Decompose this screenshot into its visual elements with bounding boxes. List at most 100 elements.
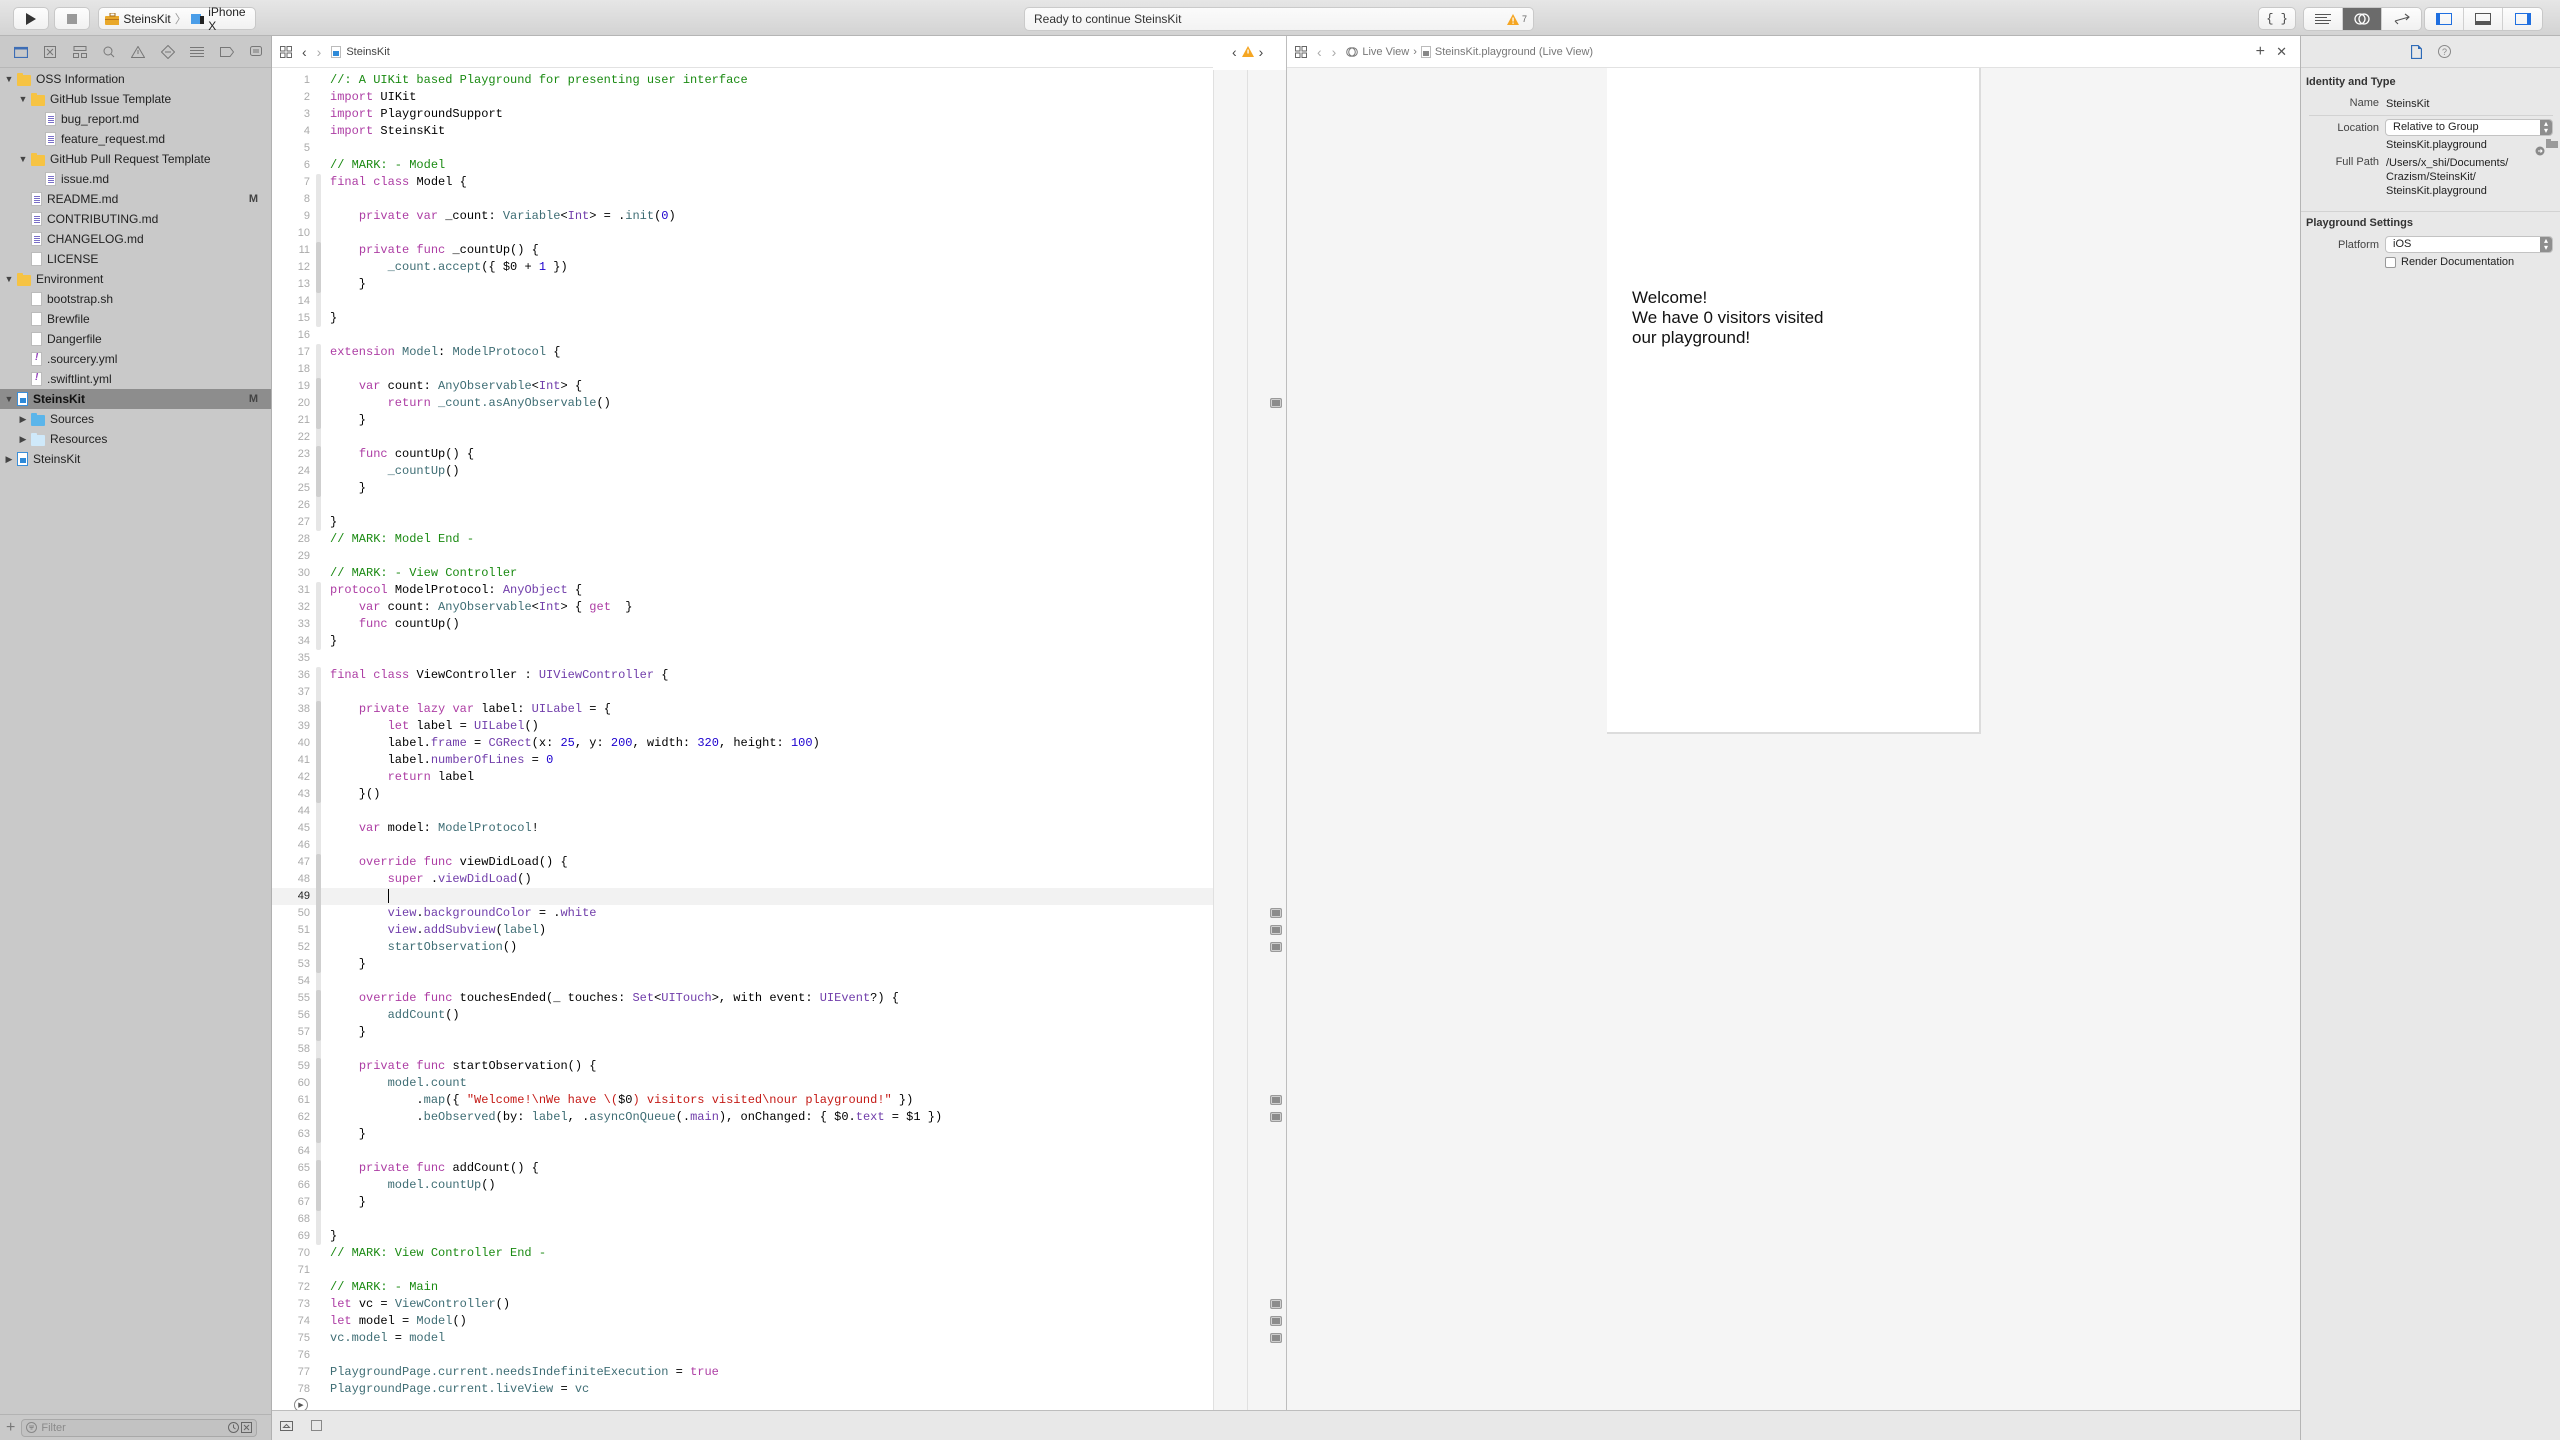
line-number[interactable]: 33: [272, 616, 310, 633]
code-line[interactable]: 59 private func startObservation() {: [272, 1058, 1213, 1075]
line-number[interactable]: 24: [272, 463, 310, 480]
line-number[interactable]: 43: [272, 786, 310, 803]
run-button[interactable]: [13, 7, 49, 30]
code-line[interactable]: 68: [272, 1211, 1213, 1228]
breakpoint-navigator-tab[interactable]: [212, 40, 241, 64]
disclosure-collapsed-icon[interactable]: ▶: [4, 454, 14, 465]
find-navigator-tab[interactable]: [94, 40, 123, 64]
code-area[interactable]: 1 //: A UIKit based Playground for presen…: [272, 70, 1213, 1412]
code-line[interactable]: 46: [272, 837, 1213, 854]
code-line[interactable]: 41 label.numberOfLines = 0: [272, 752, 1213, 769]
code-line[interactable]: 52 startObservation(): [272, 939, 1213, 956]
code-line[interactable]: 19 var count: AnyObservable<Int> {: [272, 378, 1213, 395]
line-number[interactable]: 47: [272, 854, 310, 871]
help-icon[interactable]: ?: [2437, 45, 2451, 58]
line-number[interactable]: 42: [272, 769, 310, 786]
line-number[interactable]: 27: [272, 514, 310, 531]
scheme-selector[interactable]: SteinsKit 〉 iPhone X: [98, 5, 256, 33]
line-number[interactable]: 73: [272, 1296, 310, 1313]
show-result-icon[interactable]: [1270, 942, 1282, 952]
tree-item[interactable]: README.md M: [0, 189, 271, 209]
code-line[interactable]: 38 private lazy var label: UILabel = {: [272, 701, 1213, 718]
code-line[interactable]: 1 //: A UIKit based Playground for presen…: [272, 72, 1213, 89]
line-number[interactable]: 13: [272, 276, 310, 293]
project-navigator-tab[interactable]: [6, 40, 35, 64]
code-line[interactable]: 63 }: [272, 1126, 1213, 1143]
code-line[interactable]: 21 }: [272, 412, 1213, 429]
tree-item[interactable]: LICENSE: [0, 249, 271, 269]
code-fold-ribbon[interactable]: [316, 582, 321, 650]
line-number[interactable]: 37: [272, 684, 310, 701]
tree-item[interactable]: issue.md: [0, 169, 271, 189]
render-documentation-checkbox[interactable]: Render Documentation: [2385, 256, 2514, 268]
stop-button[interactable]: [54, 7, 90, 30]
tree-item[interactable]: bootstrap.sh: [0, 289, 271, 309]
line-number[interactable]: 76: [272, 1347, 310, 1364]
code-line[interactable]: 61 .map({ "Welcome!\nWe have \($0) visit…: [272, 1092, 1213, 1109]
line-number[interactable]: 40: [272, 735, 310, 752]
line-number[interactable]: 60: [272, 1075, 310, 1092]
line-number[interactable]: 6: [272, 157, 310, 174]
test-navigator-tab[interactable]: [153, 40, 182, 64]
code-line[interactable]: 16: [272, 327, 1213, 344]
line-number[interactable]: 72: [272, 1279, 310, 1296]
code-line[interactable]: 40 label.frame = CGRect(x: 25, y: 200, w…: [272, 735, 1213, 752]
code-line[interactable]: 24 _countUp(): [272, 463, 1213, 480]
disclosure-expanded-icon[interactable]: ▼: [4, 74, 14, 84]
assistant-editor-button[interactable]: [2343, 8, 2382, 30]
line-number[interactable]: 22: [272, 429, 310, 446]
code-line[interactable]: 72 // MARK: - Main: [272, 1279, 1213, 1296]
code-line[interactable]: 28 // MARK: Model End -: [272, 531, 1213, 548]
code-line[interactable]: 10: [272, 225, 1213, 242]
recent-files-icon[interactable]: [228, 1422, 240, 1433]
line-number[interactable]: 50: [272, 905, 310, 922]
line-number[interactable]: 64: [272, 1143, 310, 1160]
line-number[interactable]: 51: [272, 922, 310, 939]
inspector-toggle-button[interactable]: [2503, 8, 2542, 30]
line-number[interactable]: 53: [272, 956, 310, 973]
code-line[interactable]: 42 return label: [272, 769, 1213, 786]
code-line[interactable]: 77 PlaygroundPage.current.needsIndefinite…: [272, 1364, 1213, 1381]
line-number[interactable]: 28: [272, 531, 310, 548]
breadcrumb[interactable]: Live View › SteinsKit.playground (Live V…: [1346, 45, 1593, 58]
code-line[interactable]: 31 protocol ModelProtocol: AnyObject {: [272, 582, 1213, 599]
warning-count-button[interactable]: 7: [1506, 13, 1527, 25]
code-line[interactable]: 62 .beObserved(by: label, .asyncOnQueue(…: [272, 1109, 1213, 1126]
line-number[interactable]: 70: [272, 1245, 310, 1262]
line-number[interactable]: 17: [272, 344, 310, 361]
code-fold-ribbon[interactable]: [316, 854, 321, 973]
line-number[interactable]: 41: [272, 752, 310, 769]
back-button[interactable]: ‹: [302, 44, 307, 60]
related-items-icon[interactable]: [280, 45, 292, 58]
code-line[interactable]: 71: [272, 1262, 1213, 1279]
tree-item[interactable]: feature_request.md: [0, 129, 271, 149]
code-line[interactable]: 57 }: [272, 1024, 1213, 1041]
tree-item[interactable]: ▶ Sources: [0, 409, 271, 429]
code-line[interactable]: 20 return _count.asAnyObservable(): [272, 395, 1213, 412]
code-line[interactable]: 39 let label = UILabel(): [272, 718, 1213, 735]
line-number[interactable]: 4: [272, 123, 310, 140]
line-number[interactable]: 32: [272, 599, 310, 616]
line-number[interactable]: 26: [272, 497, 310, 514]
code-line[interactable]: 65 private func addCount() {: [272, 1160, 1213, 1177]
code-line[interactable]: 35: [272, 650, 1213, 667]
line-number[interactable]: 38: [272, 701, 310, 718]
code-fold-ribbon[interactable]: [316, 701, 321, 803]
previous-issue-button[interactable]: ‹: [1232, 44, 1237, 60]
code-fold-ribbon[interactable]: [316, 242, 321, 293]
line-number[interactable]: 11: [272, 242, 310, 259]
line-number[interactable]: 16: [272, 327, 310, 344]
show-result-icon[interactable]: [1270, 908, 1282, 918]
tree-item[interactable]: CHANGELOG.md: [0, 229, 271, 249]
debug-navigator-tab[interactable]: [183, 40, 212, 64]
code-line[interactable]: 3 import PlaygroundSupport: [272, 106, 1213, 123]
line-number[interactable]: 68: [272, 1211, 310, 1228]
live-view-canvas[interactable]: Welcome! We have 0 visitors visited our …: [1607, 68, 1981, 734]
disclosure-collapsed-icon[interactable]: ▶: [18, 434, 28, 445]
line-number[interactable]: 31: [272, 582, 310, 599]
tree-item[interactable]: ▶ Resources: [0, 429, 271, 449]
code-line[interactable]: 12 _count.accept({ $0 + 1 }): [272, 259, 1213, 276]
code-line[interactable]: 67 }: [272, 1194, 1213, 1211]
line-number[interactable]: 23: [272, 446, 310, 463]
code-line[interactable]: 53 }: [272, 956, 1213, 973]
